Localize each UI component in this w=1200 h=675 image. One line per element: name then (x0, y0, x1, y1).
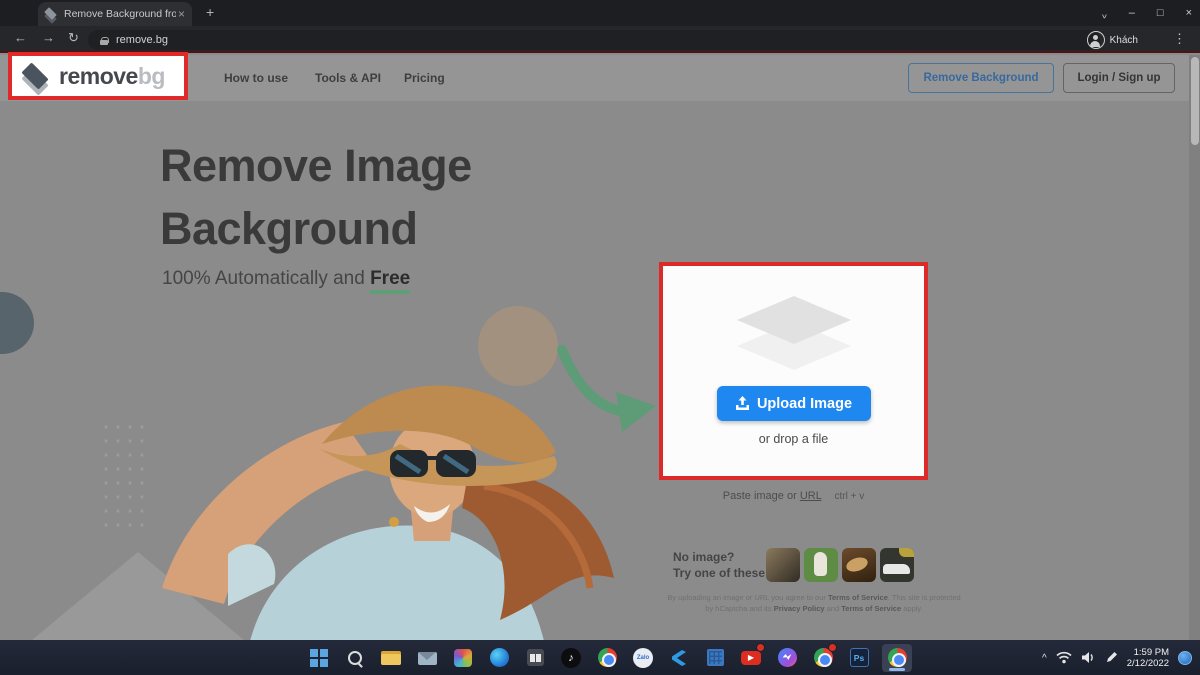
logo-text-bg: bg (138, 63, 165, 90)
legal-text: By uploading an image or URL you agree t… (664, 592, 964, 614)
arrow-to-upload-icon (552, 342, 664, 434)
screen: Remove Background from Imag × + ^ – □ × … (0, 0, 1200, 675)
hero-subtitle: 100% Automatically and Free (162, 268, 410, 290)
removebg-favicon-icon (44, 8, 58, 20)
browser-toolbar: ← → ↻ remove.bg Khách ⋮ (0, 26, 1200, 53)
layers-icon (729, 294, 859, 372)
tray-chevron-icon[interactable]: ^ (1042, 653, 1047, 664)
mail-icon[interactable] (414, 645, 440, 671)
site-header: removebg How to use Tools & API Pricing … (0, 55, 1200, 101)
pen-icon[interactable] (1105, 651, 1118, 664)
upload-card-highlight-box[interactable]: Upload Image or drop a file (659, 262, 928, 480)
address-bar[interactable]: remove.bg (88, 30, 1100, 50)
window-controls: ^ – □ × (1102, 0, 1192, 26)
taskbar-clock[interactable]: 1:59 PM 2/12/2022 (1127, 647, 1169, 669)
start-icon[interactable] (306, 645, 332, 671)
logo-text-remove: remove (59, 63, 138, 90)
tab-title: Remove Background from Imag (64, 8, 176, 20)
page-title: Remove Image Background (160, 134, 472, 260)
browser-profile[interactable]: Khách (1087, 29, 1138, 51)
sample-animal-thumbnail[interactable] (804, 548, 838, 582)
office-icon[interactable] (702, 645, 728, 671)
paste-shortcut: ctrl + v (834, 491, 864, 502)
removebg-logo-icon (21, 63, 51, 89)
chrome-profile-icon[interactable] (810, 645, 836, 671)
no-image-label: No image? Try one of these: (673, 549, 769, 581)
profile-name: Khách (1110, 35, 1138, 46)
photoshop-icon[interactable]: Ps (846, 645, 872, 671)
free-highlight: Free (370, 268, 410, 294)
paste-image-row[interactable]: Paste image or URL ctrl + v (659, 490, 928, 502)
browser-tab[interactable]: Remove Background from Imag × (38, 2, 192, 26)
decor-teal-circle (0, 292, 34, 354)
nav-how-to-use[interactable]: How to use (224, 71, 288, 85)
file-explorer-icon[interactable] (378, 645, 404, 671)
upload-icon (735, 396, 750, 411)
nav-pricing[interactable]: Pricing (404, 71, 445, 85)
sample-thumbnails (766, 548, 914, 582)
windows-taskbar: ♪ Zalo ▶ Ps ^ (0, 640, 1200, 675)
wifi-icon[interactable] (1056, 651, 1072, 664)
youtube-icon[interactable]: ▶ (738, 645, 764, 671)
lock-icon (100, 37, 108, 44)
search-icon[interactable] (342, 645, 368, 671)
upload-image-button[interactable]: Upload Image (717, 386, 871, 421)
profile-avatar-icon (1087, 31, 1105, 49)
remove-background-button[interactable]: Remove Background (908, 63, 1054, 93)
page-scrollbar[interactable] (1189, 55, 1200, 640)
system-tray: ^ 1:59 PM 2/12/2022 (1042, 640, 1192, 675)
back-button[interactable]: ← (14, 30, 27, 45)
tab-list-chevron-icon[interactable]: ^ (1102, 0, 1107, 26)
tray-date: 2/12/2022 (1127, 658, 1169, 669)
sample-food-thumbnail[interactable] (842, 548, 876, 582)
edge-icon[interactable] (486, 645, 512, 671)
new-tab-button[interactable]: + (206, 4, 214, 20)
sample-car-thumbnail[interactable] (880, 548, 914, 582)
minimize-button[interactable]: – (1129, 0, 1135, 26)
sample-person-thumbnail[interactable] (766, 548, 800, 582)
logo-highlight-box[interactable]: removebg (8, 52, 188, 100)
login-signup-button[interactable]: Login / Sign up (1063, 63, 1175, 93)
chrome-icon[interactable] (594, 645, 620, 671)
forward-button[interactable]: → (42, 30, 55, 45)
reload-button[interactable]: ↻ (68, 30, 79, 46)
scrollbar-thumb[interactable] (1191, 57, 1199, 145)
tiktok-icon[interactable]: ♪ (558, 645, 584, 671)
volume-icon[interactable] (1081, 651, 1096, 664)
drop-file-label: or drop a file (759, 432, 828, 446)
taskbar-icons: ♪ Zalo ▶ Ps (306, 640, 912, 675)
photos-icon[interactable] (450, 645, 476, 671)
tray-time: 1:59 PM (1127, 647, 1169, 658)
browser-menu-icon[interactable]: ⋮ (1173, 31, 1186, 47)
url-link[interactable]: URL (800, 490, 822, 502)
maximize-button[interactable]: □ (1157, 0, 1164, 26)
chrome-active-icon[interactable] (882, 644, 912, 672)
window-close-button[interactable]: × (1186, 0, 1192, 26)
zalo-icon[interactable]: Zalo (630, 645, 656, 671)
vscode-icon[interactable] (666, 645, 692, 671)
notification-badge-icon[interactable] (1178, 651, 1192, 665)
url-text: remove.bg (116, 34, 168, 46)
store-icon[interactable] (522, 645, 548, 671)
nav-tools-api[interactable]: Tools & API (315, 71, 381, 85)
browser-tab-bar: Remove Background from Imag × + ^ – □ × (0, 0, 1200, 26)
messenger-icon[interactable] (774, 645, 800, 671)
tab-close-icon[interactable]: × (178, 7, 185, 21)
